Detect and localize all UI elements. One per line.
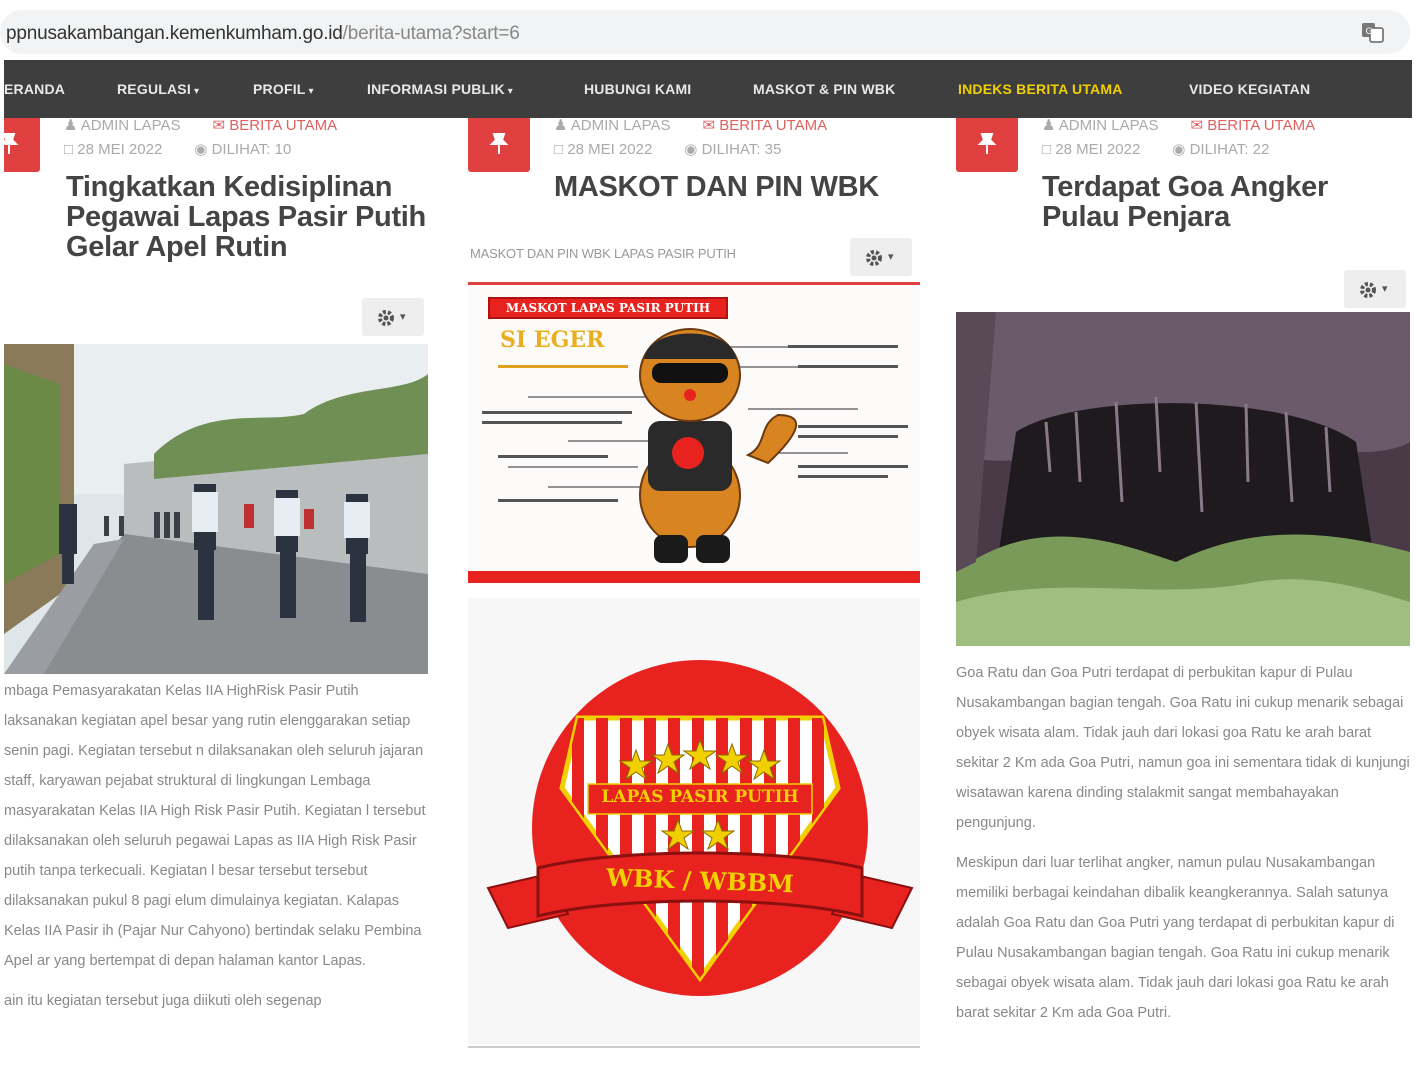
- nav-item-profil[interactable]: PROFIL ▾: [253, 60, 314, 118]
- pin-logo: [486, 660, 914, 996]
- article-title[interactable]: MASKOT DAN PIN WBK: [554, 172, 914, 202]
- article-title[interactable]: Tingkatkan Kedisiplinan Pegawai Lapas Pa…: [66, 172, 426, 262]
- apel-photo[interactable]: [4, 344, 428, 674]
- pin-badge: [4, 118, 40, 172]
- pin-badge: [956, 118, 1018, 172]
- article-meta: ♟ ADMIN LAPAS ✉ BERITA UTAMA: [1042, 118, 1347, 134]
- nav-item-indeks-berita-utama[interactable]: INDEKS BERITA UTAMA: [958, 60, 1123, 118]
- views: ◉ DILIHAT: 22: [1172, 141, 1270, 158]
- author: ♟ ADMIN LAPAS: [554, 118, 671, 134]
- translate-icon[interactable]: G: [1360, 19, 1386, 45]
- nav-item-regulasi[interactable]: REGULASI ▾: [117, 60, 199, 118]
- pushpin-icon: [4, 133, 19, 154]
- pushpin-icon: [977, 133, 997, 154]
- gear-icon: [378, 310, 394, 326]
- chevron-down-icon: ▾: [193, 86, 200, 97]
- nav-item-video-kegiatan[interactable]: VIDEO KEGIATAN: [1189, 60, 1310, 118]
- date: □ 28 MEI 2022: [554, 141, 653, 158]
- chevron-down-icon: ▾: [888, 251, 894, 263]
- gear-icon: [866, 250, 882, 266]
- category-link[interactable]: ✉ BERITA UTAMA: [1191, 118, 1332, 134]
- svg-text:G: G: [1366, 27, 1373, 37]
- views: ◉ DILIHAT: 35: [684, 141, 782, 158]
- chevron-down-icon: ▾: [507, 86, 513, 97]
- article-body: Goa Ratu dan Goa Putri terdapat di perbu…: [956, 665, 1410, 1021]
- date: □ 28 MEI 2022: [1042, 141, 1141, 158]
- pin-wbk-image[interactable]: LAPAS PASIR PUTIH WBK / WBBM: [468, 598, 920, 1044]
- main-navbar: ERANDA REGULASI ▾ PROFIL ▾ INFORMASI PUBLI…: [4, 60, 1412, 118]
- nav-item-hubungi-kami[interactable]: HUBUNGI KAMI: [584, 60, 691, 118]
- article-meta: ♟ ADMIN LAPAS ✉ BERITA UTAMA: [554, 118, 859, 134]
- article-tools-button[interactable]: ▾: [362, 298, 424, 336]
- author: ♟ ADMIN LAPAS: [64, 118, 181, 134]
- chevron-down-icon: ▾: [1382, 283, 1388, 295]
- article-meta-2: □ 28 MEI 2022 ◉ DILIHAT: 22: [1042, 140, 1301, 158]
- category-link[interactable]: ✉ BERITA UTAMA: [213, 118, 354, 134]
- chevron-down-icon: ▾: [308, 86, 314, 97]
- pin-top-text: LAPAS PASIR PUTIH: [601, 787, 799, 807]
- article-meta-2: □ 28 MEI 2022 ◉ DILIHAT: 35: [554, 140, 813, 158]
- divider: [468, 1046, 920, 1048]
- date: □ 28 MEI 2022: [64, 141, 163, 158]
- article-intro: MASKOT DAN PIN WBK LAPAS PASIR PUTIH: [470, 246, 736, 261]
- article-goa: ♟ ADMIN LAPAS ✉ BERITA UTAMA □ 28 MEI 202…: [954, 118, 1412, 1082]
- pushpin-icon: [489, 133, 509, 154]
- chevron-down-icon: ▾: [400, 311, 406, 323]
- gear-icon: [1360, 282, 1376, 298]
- category-link[interactable]: ✉ BERITA UTAMA: [703, 118, 844, 134]
- article-meta-2: □ 28 MEI 2022 ◉ DILIHAT: 10: [64, 140, 323, 158]
- article-tools-button[interactable]: ▾: [1344, 270, 1406, 308]
- mascot-image[interactable]: MASKOT LAPAS PASIR PUTIH SI EGER: [468, 282, 920, 584]
- article-maskot: ♟ ADMIN LAPAS ✉ BERITA UTAMA □ 28 MEI 202…: [466, 118, 920, 1082]
- nav-item-maskot-pin-wbk[interactable]: MASKOT & PIN WBK: [753, 60, 895, 118]
- url-text: ppnusakambangan.kemenkumham.go.id/berita…: [6, 23, 520, 44]
- browser-address-bar: ppnusakambangan.kemenkumham.go.id/berita…: [0, 0, 1416, 60]
- author: ♟ ADMIN LAPAS: [1042, 118, 1159, 134]
- nav-item-beranda[interactable]: ERANDA: [4, 60, 65, 118]
- url-field[interactable]: ppnusakambangan.kemenkumham.go.id/berita…: [0, 10, 1410, 54]
- article-apel: ♟ ADMIN LAPAS ✉ BERITA UTAMA □ 28 MEI 202…: [4, 118, 432, 1082]
- article-title[interactable]: Terdapat Goa Angker Pulau Penjara: [1042, 172, 1382, 232]
- nav-item-informasi-publik[interactable]: INFORMASI PUBLIK ▾: [367, 60, 513, 118]
- goa-photo[interactable]: [956, 312, 1410, 646]
- pin-badge: [468, 118, 530, 172]
- article-tools-button[interactable]: ▾: [850, 238, 912, 276]
- mascot-figure: [468, 328, 920, 583]
- article-meta: ♟ ADMIN LAPAS ✉ BERITA UTAMA: [64, 118, 369, 134]
- views: ◉ DILIHAT: 10: [194, 141, 292, 158]
- article-body: mbaga Pemasyarakatan Kelas IIA HighRisk …: [4, 683, 426, 1009]
